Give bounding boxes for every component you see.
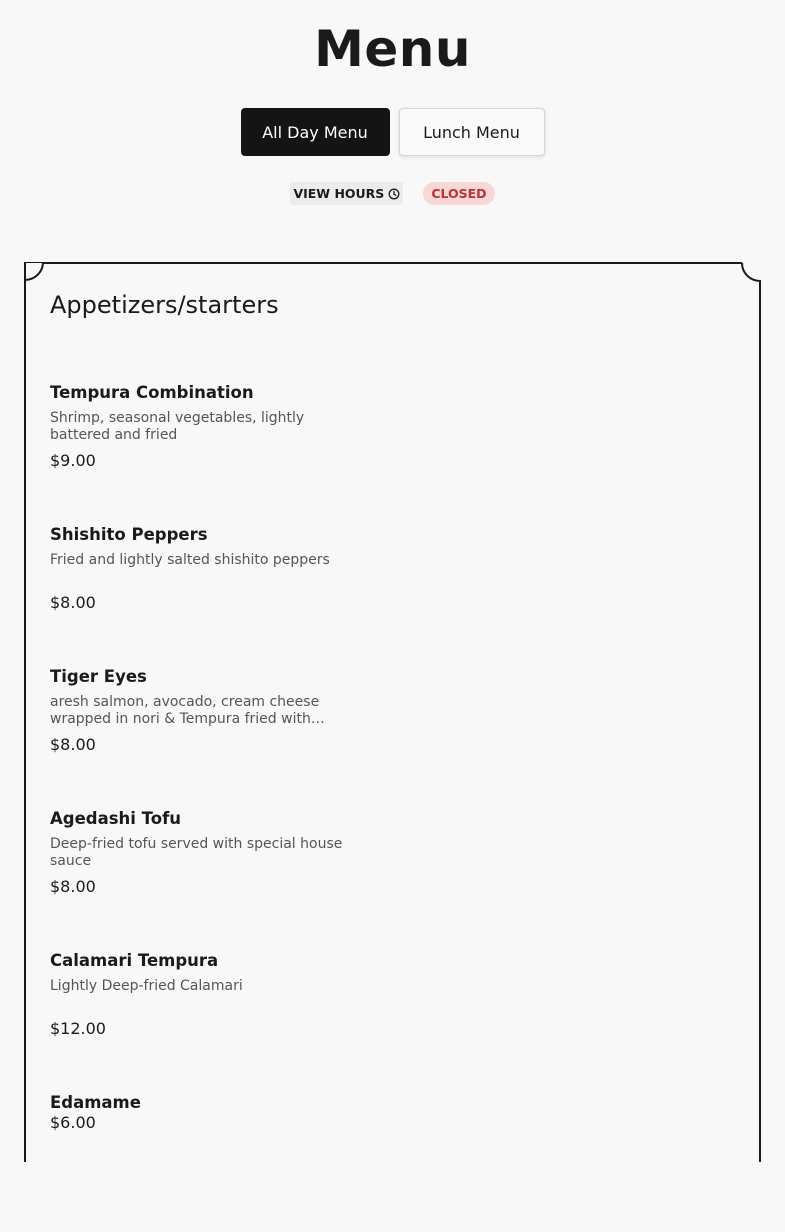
- item-description: Shrimp, seasonal vegetables, lightly bat…: [50, 410, 305, 443]
- item-name: Agedashi Tofu: [50, 809, 182, 828]
- item-price: $12.00: [50, 1019, 106, 1038]
- item-name: Calamari Tempura: [50, 951, 219, 970]
- item-price: $8.00: [50, 877, 96, 896]
- item-price: $8.00: [50, 735, 96, 754]
- status-badge: CLOSED: [423, 182, 495, 205]
- tab-lunch-menu[interactable]: Lunch Menu: [398, 108, 545, 156]
- item-name: Tiger Eyes: [50, 667, 147, 686]
- page-title: Menu: [314, 20, 471, 78]
- menu-tabs: All Day Menu Lunch Menu: [0, 108, 785, 156]
- menu-item[interactable]: Agedashi Tofu Deep-fried tofu served wit…: [50, 806, 370, 948]
- menu-item[interactable]: Tempura Combination Shrimp, seasonal veg…: [50, 380, 370, 522]
- item-name: Edamame: [50, 1093, 141, 1112]
- menu-section-card: Appetizers/starters Tempura Combination …: [24, 262, 761, 1162]
- item-description: aresh salmon, avocado, cream cheese wrap…: [50, 694, 325, 727]
- menu-item[interactable]: Calamari Tempura Lightly Deep-fried Cala…: [50, 948, 370, 1090]
- menu-item[interactable]: Tiger Eyes aresh salmon, avocado, cream …: [50, 664, 370, 806]
- menu-item[interactable]: Shishito Peppers Fried and lightly salte…: [50, 522, 370, 664]
- view-hours-button[interactable]: VIEW HOURS: [290, 182, 404, 205]
- item-name: Tempura Combination: [50, 383, 254, 402]
- menu-item[interactable]: Edamame $6.00: [50, 1090, 370, 1232]
- tab-all-day-menu[interactable]: All Day Menu: [240, 108, 390, 156]
- item-price: $9.00: [50, 451, 96, 470]
- clock-icon: [388, 188, 400, 200]
- hours-row: VIEW HOURS CLOSED: [0, 182, 785, 205]
- item-description: Lightly Deep-fried Calamari: [50, 978, 243, 994]
- section-title: Appetizers/starters: [50, 291, 279, 319]
- item-description: Fried and lightly salted shishito pepper…: [50, 552, 330, 568]
- item-name: Shishito Peppers: [50, 525, 208, 544]
- item-price: $6.00: [50, 1113, 96, 1132]
- item-description: Deep-fried tofu served with special hous…: [50, 836, 343, 869]
- item-price: $8.00: [50, 593, 96, 612]
- menu-items-list: Tempura Combination Shrimp, seasonal veg…: [50, 380, 370, 1232]
- view-hours-label: VIEW HOURS: [293, 186, 385, 201]
